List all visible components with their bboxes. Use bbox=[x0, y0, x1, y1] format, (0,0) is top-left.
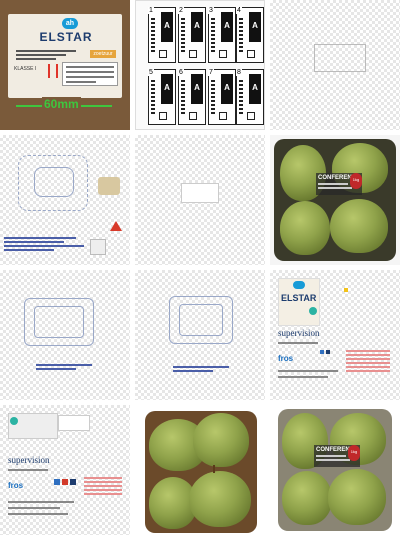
pear bbox=[330, 199, 388, 253]
spec-row bbox=[278, 370, 338, 372]
swatch bbox=[326, 350, 330, 354]
thumbnail-grid: ah ELSTAR zoetzuur KLASSE I 60mm 1A 2A 3… bbox=[0, 0, 400, 540]
tag-letter: A bbox=[164, 83, 170, 92]
tag-letter: A bbox=[224, 21, 230, 30]
measure-text: 60mm bbox=[42, 97, 81, 111]
spec-row bbox=[8, 501, 74, 503]
tag-letter: A bbox=[194, 83, 200, 92]
swatch bbox=[54, 479, 60, 485]
label-fine-print bbox=[16, 50, 76, 62]
tag-letter: A bbox=[252, 83, 258, 92]
tag-number: 5 bbox=[148, 69, 154, 76]
spec-row bbox=[8, 507, 60, 509]
spec-row bbox=[278, 376, 328, 378]
class-text: KLASSE I bbox=[14, 66, 37, 72]
tray-image bbox=[98, 177, 120, 195]
note-row bbox=[36, 368, 76, 370]
fros-logo: fros bbox=[278, 354, 294, 363]
tag-number: 4 bbox=[236, 7, 242, 14]
dimension-arrow-icon bbox=[48, 64, 58, 78]
tile-technical-drawing[interactable] bbox=[0, 135, 130, 265]
ah-logo: ah bbox=[62, 18, 78, 29]
tag: 7A bbox=[208, 69, 236, 125]
elstar-label: ah ELSTAR zoetzuur KLASSE I bbox=[8, 14, 122, 98]
brand-name: ELSTAR bbox=[39, 30, 93, 44]
tray-inner bbox=[34, 306, 84, 338]
note-row bbox=[173, 366, 229, 368]
tag: 2A bbox=[178, 7, 206, 63]
label-rect bbox=[181, 183, 219, 203]
swatch bbox=[62, 479, 68, 485]
tile-tag-sheet[interactable]: 1A 2A 3A 4A 5A 6A 7A 8A bbox=[135, 0, 265, 130]
pear bbox=[280, 201, 330, 255]
badge-dot bbox=[10, 417, 18, 425]
spec-table bbox=[84, 477, 122, 497]
drawing-inner bbox=[34, 167, 74, 197]
elstar-label-mini: ELSTAR bbox=[278, 278, 320, 326]
logo-box bbox=[90, 239, 106, 255]
tag-letter: A bbox=[252, 21, 258, 30]
tile-spec-sheet-2[interactable]: supervision fros bbox=[0, 405, 130, 535]
spec-card-2 bbox=[58, 415, 90, 431]
marker bbox=[344, 288, 348, 292]
tile-tray-drawing[interactable] bbox=[0, 270, 130, 400]
spec-row bbox=[278, 342, 318, 344]
title-block-row bbox=[4, 249, 54, 251]
spec-title: supervision bbox=[278, 328, 320, 338]
tile-tray-drawing-2[interactable] bbox=[135, 270, 265, 400]
tag-number: 7 bbox=[208, 69, 214, 76]
tag-letter: A bbox=[224, 83, 230, 92]
spec-table bbox=[346, 350, 390, 374]
dieline-rect bbox=[314, 44, 366, 72]
note-row bbox=[173, 370, 213, 372]
tag-number: 3 bbox=[208, 7, 214, 14]
spec-brand: ELSTAR bbox=[281, 293, 317, 303]
tag-number: 2 bbox=[178, 7, 184, 14]
tag-letter: A bbox=[164, 21, 170, 30]
pear bbox=[328, 469, 386, 525]
tag-letter: A bbox=[194, 21, 200, 30]
warning-icon bbox=[110, 221, 122, 231]
title-block-row bbox=[4, 241, 64, 243]
note-row bbox=[36, 364, 92, 366]
tag-number: 6 bbox=[178, 69, 184, 76]
tag: 6A bbox=[178, 69, 206, 125]
tag: 5A bbox=[148, 69, 176, 125]
measure-indicator: 60mm bbox=[16, 97, 112, 112]
tag-number: 8 bbox=[236, 69, 242, 76]
pear bbox=[282, 471, 332, 525]
seal-text: 1kg bbox=[350, 449, 358, 454]
swatch bbox=[320, 350, 324, 354]
tag: 4A bbox=[236, 7, 264, 63]
tile-pears-packaged-2[interactable]: CONFERENCE 1kg bbox=[270, 405, 400, 535]
info-box bbox=[62, 62, 118, 86]
title-block-row bbox=[4, 245, 84, 247]
taste-badge: zoetzuur bbox=[90, 50, 116, 58]
seal-text: 1kg bbox=[352, 177, 360, 182]
tile-blank-label[interactable] bbox=[135, 135, 265, 265]
title-block-row bbox=[4, 237, 76, 239]
tile-elstar-label-photo[interactable]: ah ELSTAR zoetzuur KLASSE I 60mm bbox=[0, 0, 130, 130]
tag-number: 1 bbox=[148, 7, 154, 14]
weight-seal: 1kg bbox=[350, 173, 362, 189]
tray-inner bbox=[179, 304, 223, 336]
fros-logo: fros bbox=[8, 481, 24, 490]
tile-spec-sheet[interactable]: ELSTAR supervision fros bbox=[270, 270, 400, 400]
swatch bbox=[70, 479, 76, 485]
tile-pears-packaged[interactable]: CONFERENCE 1kg bbox=[270, 135, 400, 265]
spec-row bbox=[8, 469, 48, 471]
tag: 3A bbox=[208, 7, 236, 63]
tag: 1A bbox=[148, 7, 176, 63]
spec-title: supervision bbox=[8, 455, 50, 465]
pear bbox=[189, 471, 251, 527]
weight-seal: 1kg bbox=[348, 445, 360, 461]
tag: 8A bbox=[236, 69, 264, 125]
pear bbox=[193, 413, 249, 467]
stem bbox=[213, 465, 215, 473]
tile-pears-tray[interactable] bbox=[135, 405, 265, 535]
tile-blank-outline[interactable] bbox=[270, 0, 400, 130]
spec-row bbox=[8, 513, 68, 515]
